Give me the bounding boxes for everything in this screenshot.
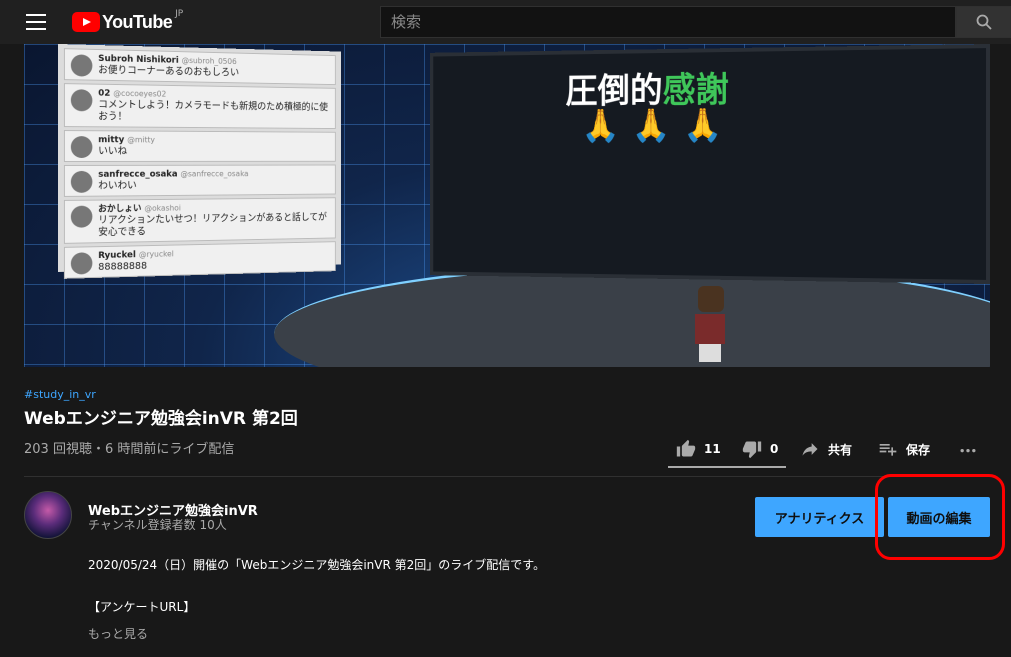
- analytics-button[interactable]: アナリティクス: [755, 497, 884, 537]
- hashtag-link[interactable]: #study_in_vr: [24, 388, 96, 401]
- commenter-name: mitty @mitty: [98, 134, 331, 147]
- comment-text: リアクションたいせつ！リアクションがあると話してが安心できる: [98, 212, 331, 239]
- more-horiz-icon: [958, 439, 978, 459]
- search-button[interactable]: [956, 6, 1011, 38]
- comment-panel: Subroh Nishikori @subroh_0506 お便りコーナーあるのお…: [58, 44, 341, 272]
- commenter-avatar: [71, 54, 93, 76]
- more-actions-button[interactable]: [958, 437, 986, 461]
- presentation-screen: 圧倒的感謝 🙏🙏🙏: [430, 44, 990, 284]
- youtube-logo[interactable]: YouTube JP: [72, 12, 183, 32]
- thumbs-down-icon: [742, 439, 762, 459]
- divider: [24, 476, 990, 477]
- share-label: 共有: [828, 441, 852, 458]
- logo-text: YouTube: [102, 12, 172, 33]
- subscriber-count: チャンネル登録者数 10人: [88, 516, 227, 533]
- screen-text-white: 圧倒的: [566, 71, 663, 111]
- search-box: [380, 6, 956, 38]
- commenter-avatar: [71, 136, 93, 158]
- description-line-1: 2020/05/24（日）開催の「Webエンジニア勉強会inVR 第2回」のライ…: [88, 556, 545, 573]
- commenter-avatar: [71, 252, 93, 274]
- vr-comment-card: おかしょい @okashoi リアクションたいせつ！リアクションがあると話してが安…: [64, 197, 336, 244]
- play-logo-icon: [72, 12, 100, 32]
- commenter-avatar: [71, 89, 93, 111]
- annotation-highlight-circle: [875, 474, 1005, 560]
- like-button[interactable]: 11: [676, 437, 721, 461]
- pray-emoji: 🙏🙏🙏: [582, 106, 736, 145]
- logo-region: JP: [175, 9, 183, 19]
- view-count: 203 回視聴・6 時間前にライブ配信: [24, 438, 234, 457]
- menu-icon[interactable]: [26, 14, 46, 30]
- presenter-avatar: [690, 286, 730, 364]
- vr-comment-card: mitty @mitty いいね: [64, 130, 336, 162]
- dislike-button[interactable]: 0: [742, 437, 778, 461]
- thumbs-up-icon: [676, 439, 696, 459]
- screen-text-green: 感謝: [663, 70, 729, 110]
- search-icon: [976, 14, 992, 30]
- masthead: YouTube JP: [0, 0, 1011, 44]
- share-button[interactable]: 共有: [800, 437, 852, 461]
- search-input[interactable]: [391, 13, 955, 31]
- show-more-button[interactable]: もっと見る: [88, 625, 148, 642]
- like-count: 11: [704, 442, 721, 456]
- save-label: 保存: [906, 441, 930, 458]
- comment-text: いいね: [98, 146, 331, 158]
- share-icon: [800, 439, 820, 459]
- sentiment-bar: [668, 466, 786, 468]
- description-line-2: 【アンケートURL】: [88, 598, 195, 615]
- commenter-avatar: [71, 171, 93, 193]
- save-button[interactable]: 保存: [878, 437, 930, 461]
- video-player[interactable]: Subroh Nishikori @subroh_0506 お便りコーナーあるのお…: [24, 44, 990, 367]
- vr-comment-card: sanfrecce_osaka @sanfrecce_osaka わいわい: [64, 165, 336, 197]
- dislike-count: 0: [770, 442, 778, 456]
- channel-avatar[interactable]: [24, 491, 72, 539]
- comment-text: わいわい: [98, 180, 331, 193]
- sentiment-bar-fill: [668, 466, 786, 468]
- comment-text: コメントしよう！カメラモードも新規のため積極的に使おう！: [98, 100, 331, 126]
- video-title: Webエンジニア勉強会inVR 第2回: [24, 404, 298, 429]
- vr-comment-card: Subroh Nishikori @subroh_0506 お便りコーナーあるのお…: [64, 48, 336, 85]
- commenter-avatar: [71, 206, 93, 228]
- playlist-add-icon: [878, 439, 898, 459]
- vr-comment-card: 02 @cocoeyes02 コメントしよう！カメラモードも新規のため積極的に使お…: [64, 83, 336, 129]
